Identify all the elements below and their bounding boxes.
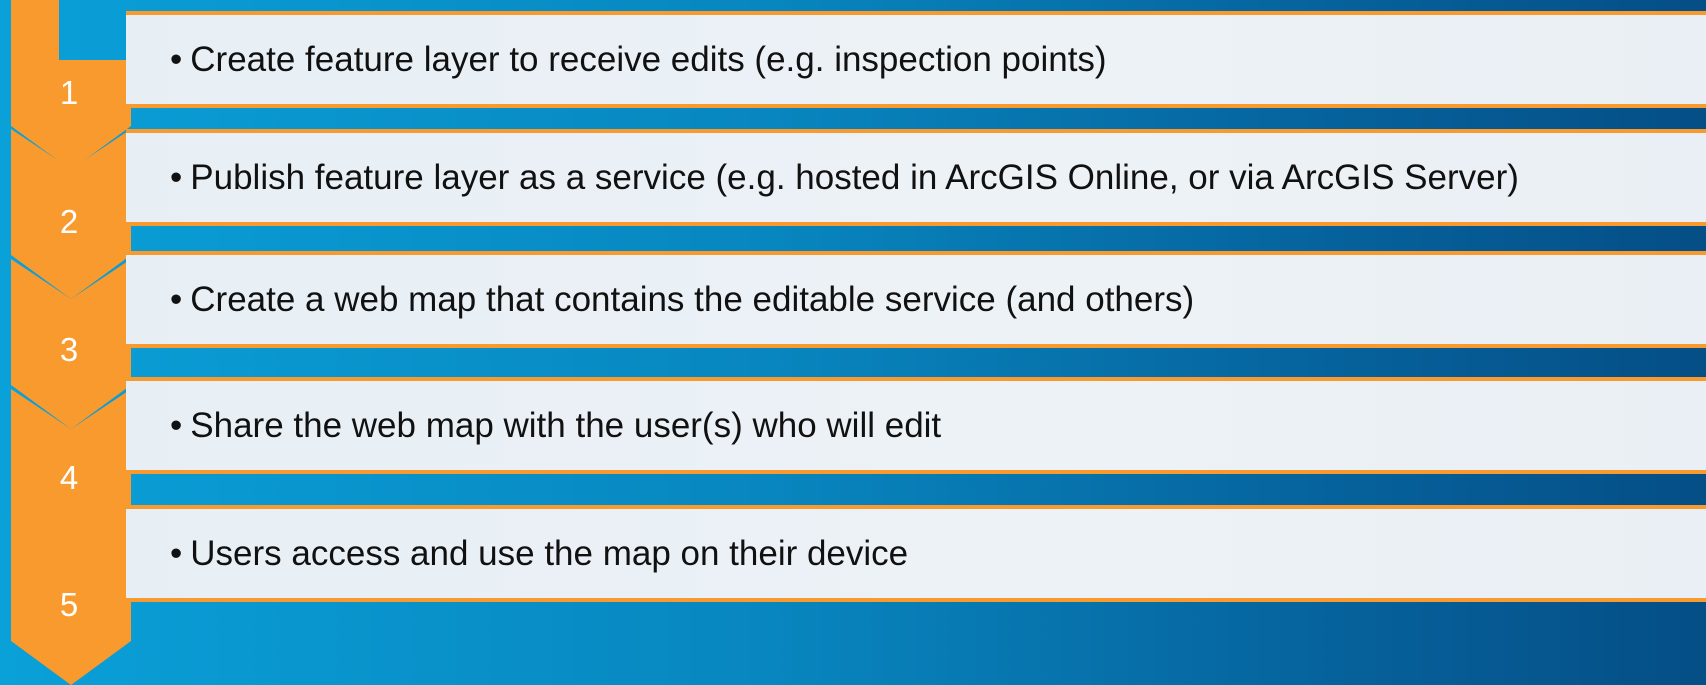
step-1: 1 • Create feature layer to receive edits…: [0, 0, 1706, 170]
step-2-box: • Publish feature layer as a service (e.g…: [126, 129, 1706, 226]
step-1-number: 1: [59, 74, 79, 111]
step-2-number: 2: [59, 203, 79, 240]
step-1-text: Create feature layer to receive edits (e…: [190, 40, 1107, 79]
step-4-box: • Share the web map with the user(s) who …: [126, 377, 1706, 474]
step-4-number: 4: [59, 459, 79, 496]
step-5-text: Users access and use the map on their de…: [190, 534, 909, 573]
step-3: 3 • Create a web map that contains the ed…: [0, 251, 1706, 429]
bullet-icon: •: [170, 406, 183, 445]
bullet-icon: •: [170, 534, 183, 573]
bullet-icon: •: [170, 40, 183, 79]
step-4: 4 • Share the web map with the user(s) wh…: [0, 377, 1706, 559]
step-2-text: Publish feature layer as a service (e.g.…: [190, 158, 1519, 197]
step-1-text-line: • Create feature layer to receive edits (…: [170, 42, 1107, 77]
step-1-box: • Create feature layer to receive edits (…: [126, 11, 1706, 108]
step-2: 2 • Publish feature layer as a service (e…: [0, 129, 1706, 299]
step-5-box: • Users access and use the map on their d…: [126, 505, 1706, 602]
step-3-text: Create a web map that contains the edita…: [190, 280, 1195, 319]
step-5-text-line: • Users access and use the map on their d…: [170, 536, 908, 571]
step-4-text-line: • Share the web map with the user(s) who …: [170, 408, 941, 443]
step-5-number: 5: [59, 586, 79, 623]
step-5: 5 • Users access and use the map on their…: [0, 505, 1706, 685]
step-4-text: Share the web map with the user(s) who w…: [190, 406, 942, 445]
step-3-box: • Create a web map that contains the edit…: [126, 251, 1706, 348]
step-2-text-line: • Publish feature layer as a service (e.g…: [170, 160, 1519, 195]
bullet-icon: •: [170, 158, 183, 197]
step-3-text-line: • Create a web map that contains the edit…: [170, 282, 1194, 317]
bullet-icon: •: [170, 280, 183, 319]
step-3-number: 3: [59, 331, 79, 368]
